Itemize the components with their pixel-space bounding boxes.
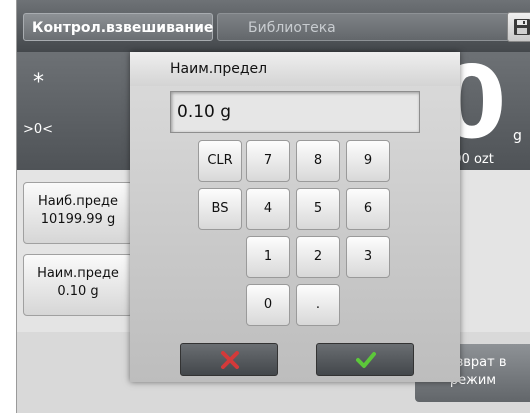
weight-unit: g	[513, 128, 522, 144]
key-0[interactable]: 0	[246, 284, 290, 326]
key-4[interactable]: 4	[246, 188, 290, 230]
min-limit-dialog: Наим.предел 0.10 g CLR 7 8 9 BS 4 5 6 1 …	[130, 52, 460, 382]
cancel-x-icon	[221, 351, 239, 369]
key-6[interactable]: 6	[346, 188, 390, 230]
key-5[interactable]: 5	[296, 188, 340, 230]
save-button[interactable]	[507, 12, 530, 42]
stable-indicator: *	[33, 70, 44, 95]
max-limit-button[interactable]: Наиб.преде 10199.99 g	[23, 182, 133, 244]
zero-indicator: >0<	[23, 122, 54, 137]
key-8[interactable]: 8	[296, 140, 340, 182]
max-limit-label: Наиб.преде	[37, 194, 119, 209]
key-3[interactable]: 3	[346, 236, 390, 278]
key-2[interactable]: 2	[296, 236, 340, 278]
balance-screen: Контрол.взвешивание Библиотека * >0< 0 g…	[16, 0, 530, 413]
min-limit-label: Наим.преде	[37, 266, 119, 281]
key-decimal[interactable]: .	[296, 284, 340, 326]
key-9[interactable]: 9	[346, 140, 390, 182]
checkmark-icon	[356, 352, 376, 368]
value-input[interactable]: 0.10 g	[170, 91, 420, 133]
tab-check-weighing[interactable]: Контрол.взвешивание	[23, 13, 213, 41]
save-icon	[514, 19, 530, 35]
key-bs[interactable]: BS	[198, 188, 242, 230]
min-limit-button[interactable]: Наим.преде 0.10 g	[23, 254, 133, 316]
key-1[interactable]: 1	[246, 236, 290, 278]
min-limit-value: 0.10 g	[57, 284, 99, 299]
cancel-button[interactable]	[180, 343, 278, 376]
dialog-title: Наим.предел	[170, 61, 268, 77]
confirm-button[interactable]	[316, 343, 414, 376]
key-clr[interactable]: CLR	[198, 140, 242, 182]
key-7[interactable]: 7	[246, 140, 290, 182]
max-limit-value: 10199.99 g	[40, 212, 116, 227]
tab-library[interactable]: Библиотека	[217, 13, 517, 41]
dialog-header: Наим.предел	[130, 52, 460, 86]
